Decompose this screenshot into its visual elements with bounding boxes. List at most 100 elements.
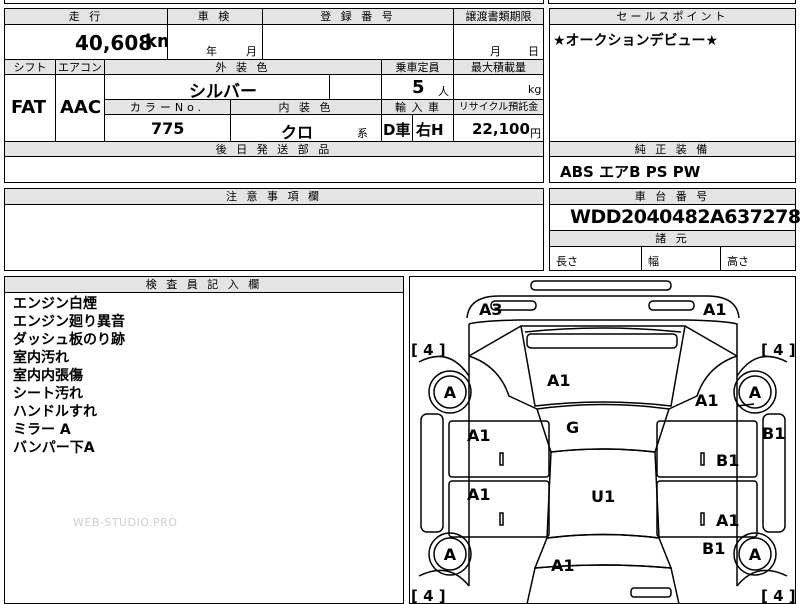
- damage-mark: A1: [695, 391, 719, 410]
- exterior-color-extra-cell: [329, 74, 382, 100]
- damage-mark: A1: [551, 556, 575, 575]
- registration-header: 登 録 番 号: [262, 8, 454, 25]
- side-skirt-left: [420, 413, 444, 533]
- shift-header: シフト: [4, 59, 56, 75]
- exterior-color-cell: シルバー: [104, 74, 330, 102]
- color-no-value: 775: [151, 119, 185, 138]
- windshield: [536, 403, 670, 453]
- color-no-header: カラーNo.: [104, 99, 231, 115]
- door-handle: [499, 452, 504, 466]
- sales-point-header: セールスポイント: [549, 8, 796, 25]
- caution-cell: [4, 204, 544, 271]
- door-handle: [499, 512, 504, 526]
- import-h-value: 右H: [416, 121, 444, 139]
- door-rear-left: [448, 480, 550, 538]
- height-label: 高さ: [727, 255, 749, 268]
- equipment-cell: ABS エアB PS PW: [549, 156, 796, 183]
- capacity-value: 5: [412, 77, 425, 98]
- wheel-grade: A: [444, 383, 457, 402]
- top-cut-right: [548, 0, 796, 4]
- inspector-notes-cell: エンジン白煙 エンジン廻り異音 ダッシュ板のり跡 室内汚れ 室内内張傷 シート汚…: [4, 292, 404, 604]
- trunk: [526, 564, 680, 604]
- recycle-deposit-cell: 22,100 円: [453, 114, 544, 142]
- body-outline: [468, 319, 738, 586]
- damage-mark: A1: [467, 485, 491, 504]
- width-label: 幅: [648, 255, 659, 268]
- hood: [520, 325, 686, 407]
- capacity-header: 乗車定員: [381, 59, 454, 75]
- width-cell: 幅: [641, 246, 721, 271]
- tread-depth: [ 4 ]: [411, 587, 446, 604]
- recycle-deposit-header: リサイクル預託金: [453, 99, 544, 115]
- damage-mark: A1: [703, 300, 727, 319]
- tread-depth: [ 4 ]: [761, 341, 796, 359]
- interior-color-suffix: 系: [357, 127, 368, 140]
- inspector-note: バンパー下A: [13, 440, 95, 456]
- top-cut-row: [4, 0, 544, 4]
- inspector-notes-header: 検 査 員 記 入 欄: [4, 276, 404, 293]
- registration-cell: [262, 24, 454, 60]
- ac-header: エアコン: [55, 59, 105, 75]
- parts-later-cell: [4, 156, 544, 183]
- tread-depth: [ 4 ]: [411, 341, 446, 359]
- capacity-cell: 5 人: [381, 74, 454, 100]
- damage-mark: U1: [591, 487, 615, 506]
- hood-scoop: [526, 333, 678, 349]
- door-rear-right: [656, 480, 758, 538]
- exterior-color-header: 外 装 色: [104, 59, 382, 75]
- car-diagram-panel: A A A A [ 4 ] [ 4 ] [ 4 ] [ 4 ] A3 A1 A1…: [409, 276, 796, 604]
- inspector-note: エンジン廻り異音: [13, 314, 125, 330]
- max-load-cell: kg: [453, 74, 544, 100]
- damage-mark: B1: [702, 539, 725, 558]
- damage-mark: B1: [762, 424, 785, 443]
- inspector-note: 室内内張傷: [13, 368, 83, 384]
- transfer-month-label: 月: [490, 45, 501, 58]
- inspection-header: 車 検: [167, 8, 263, 25]
- mileage-header: 走 行: [4, 8, 168, 25]
- equipment-value: ABS エアB PS PW: [560, 163, 701, 181]
- inspector-note: エンジン白煙: [13, 296, 97, 312]
- headlight-right: [648, 300, 695, 311]
- mileage-cell: 40,608 km: [4, 24, 176, 60]
- length-cell: 長さ: [549, 246, 642, 271]
- damage-mark: A1: [467, 426, 491, 445]
- interior-color-header: 内 装 色: [230, 99, 382, 115]
- wheel-grade: A: [749, 383, 762, 402]
- front-fender-left: [468, 355, 538, 410]
- equipment-header: 純 正 装 備: [549, 141, 796, 157]
- caution-header: 注 意 事 項 欄: [4, 188, 544, 205]
- ac-value: AAC: [60, 97, 102, 118]
- inspection-year-label: 年: [206, 45, 217, 58]
- shift-cell: FAT: [4, 74, 56, 142]
- inspection-cell: 年 月: [167, 24, 263, 60]
- watermark: WEB-STUDIO.PRO: [73, 516, 178, 529]
- front-bumper-strip: [530, 280, 672, 291]
- mileage-value: 40,608: [75, 31, 153, 55]
- door-front-left: [448, 420, 550, 478]
- damage-mark: A1: [716, 511, 740, 530]
- import-header: 輸 入 車: [381, 99, 454, 115]
- inspector-note: シート汚れ: [13, 386, 83, 402]
- taillight-right: [630, 587, 672, 598]
- transfer-deadline-cell: 月 日: [453, 24, 544, 60]
- door-front-right: [656, 420, 758, 478]
- import-h-cell: 右H: [412, 114, 454, 142]
- door-handle: [700, 452, 705, 466]
- recycle-deposit-value: 22,100: [472, 120, 530, 138]
- import-d-cell: D車: [381, 114, 413, 142]
- recycle-deposit-unit: 円: [530, 127, 541, 140]
- sales-point-text: ★オークションデビュー★: [553, 33, 719, 49]
- capacity-unit: 人: [438, 85, 449, 98]
- front-bumper: [466, 295, 740, 319]
- interior-color-cell: クロ 系: [230, 114, 382, 142]
- import-d-value: D車: [383, 121, 411, 139]
- wheel-grade: A: [749, 545, 762, 564]
- max-load-header: 最大積載量: [453, 59, 544, 75]
- color-no-cell: 775: [104, 114, 231, 142]
- damage-mark: G: [566, 418, 579, 437]
- inspection-month-label: 月: [246, 45, 257, 58]
- transfer-day-label: 日: [528, 45, 539, 58]
- shift-value: FAT: [11, 97, 47, 118]
- door-handle: [700, 512, 705, 526]
- ac-cell: AAC: [55, 74, 105, 142]
